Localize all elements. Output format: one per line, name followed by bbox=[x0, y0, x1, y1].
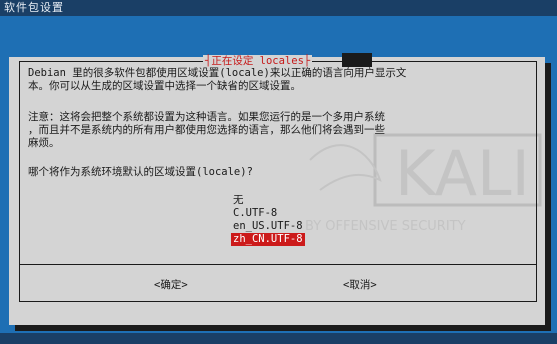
locale-dialog bbox=[9, 57, 545, 325]
frame-right bbox=[536, 61, 537, 302]
ok-button[interactable]: <确定> bbox=[154, 279, 188, 292]
locale-option[interactable]: 无 bbox=[231, 194, 246, 207]
locale-option-selected[interactable]: zh_CN.UTF-8 bbox=[231, 233, 305, 246]
paragraph2-line1: 注意：这将会把整个系统都设置为这种语言。如果您运行的是一个多用户系统 bbox=[28, 111, 385, 123]
paragraph2-line2: ，而且并不是系统内的所有用户都使用您选择的语言，那么他们将会遇到一些 bbox=[28, 124, 385, 136]
locale-option[interactable]: C.UTF-8 bbox=[231, 207, 279, 220]
window-title-bar: 软件包设置 bbox=[0, 0, 557, 16]
question-text: 哪个将作为系统环境默认的区域设置(locale)? bbox=[28, 166, 253, 178]
dialog-title-text: 正在设定 locales bbox=[211, 55, 304, 67]
locale-option[interactable]: en_US.UTF-8 bbox=[231, 220, 305, 233]
dialog-title: ┤正在设定 locales├ bbox=[203, 55, 313, 67]
button-separator bbox=[19, 264, 537, 265]
frame-bottom bbox=[19, 301, 537, 302]
cancel-button[interactable]: <取消> bbox=[343, 279, 377, 292]
paragraph2-line3: 麻烦。 bbox=[28, 137, 60, 149]
paragraph1-line2: 本。你可以从生成的区域设置中选择一个缺省的区域设置。 bbox=[28, 80, 301, 92]
window-title: 软件包设置 bbox=[4, 1, 64, 14]
bottom-bar bbox=[0, 333, 557, 344]
frame-left bbox=[19, 61, 20, 302]
title-block bbox=[342, 53, 372, 67]
paragraph1-line1: Debian 里的很多软件包都使用区域设置(locale)来以正确的语言向用户显… bbox=[28, 67, 407, 79]
